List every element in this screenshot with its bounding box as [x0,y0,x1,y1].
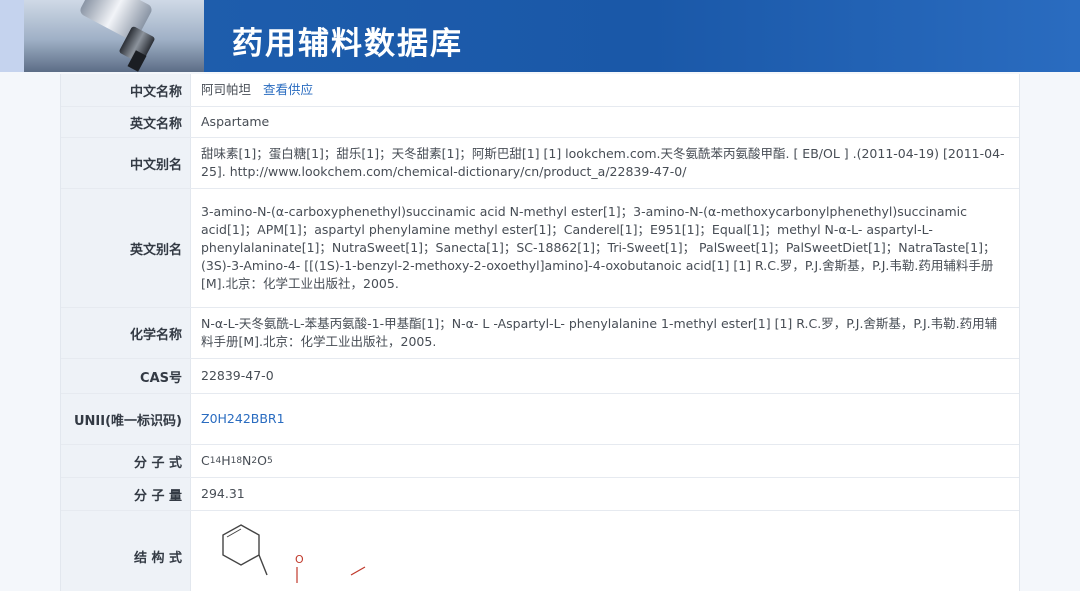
formula-h-count: 18 [230,456,243,466]
formula-o: O [257,453,267,468]
value-formula: C 14 H 18 N 2 O 5 [191,445,1019,477]
label-chemical-name: 化学名称 [61,308,191,358]
ring-double-bond [226,528,242,538]
row-unii: UNII(唯一标识码) Z0H242BBR1 [61,394,1019,445]
page-title: 药用辅料数据库 [232,26,463,62]
molecular-weight-text: 294.31 [201,486,245,501]
english-alias-text: 3-amino-N-(α-carboxyphenethyl)succinamic… [201,204,996,291]
label-molecular-weight: 分 子 量 [61,478,191,510]
formula-o-count: 5 [266,456,273,466]
value-chinese-alias: 甜味素[1]；蛋白糖[1]；甜乐[1]；天冬甜素[1]；阿斯巴甜[1] [1] … [191,138,1019,188]
unii-link[interactable]: Z0H242BBR1 [201,410,285,428]
chemical-name-text: N-α-L-天冬氨酰-L-苯基丙氨酸-1-甲基酯[1]；N-α- L -Aspa… [201,316,998,349]
oxygen-label: O [295,553,304,566]
row-cas: CAS号 22839-47-0 [61,359,1019,394]
formula-n: N [242,453,252,468]
ch2-bond [258,554,268,576]
label-chinese-alias: 中文别名 [61,138,191,188]
row-structure: 结 构 式 O [61,511,1019,591]
value-english-name: Aspartame [191,107,1019,137]
row-formula: 分 子 式 C 14 H 18 N 2 O 5 [61,445,1019,478]
formula-c-count: 14 [209,456,222,466]
cas-number: 22839-47-0 [201,368,274,383]
value-unii: Z0H242BBR1 [191,394,1019,444]
chinese-name-text: 阿司帕坦 [201,82,252,97]
benzene-ring [222,524,260,566]
english-name-text: Aspartame [201,114,270,129]
structure-image: O [222,524,366,583]
value-molecular-weight: 294.31 [191,478,1019,510]
label-english-alias: 英文别名 [61,189,191,307]
view-supply-link[interactable]: 查看供应 [263,81,313,99]
label-structure: 结 构 式 [61,511,191,591]
row-molecular-weight: 分 子 量 294.31 [61,478,1019,511]
value-chinese-name: 阿司帕坦 查看供应 [191,74,1019,106]
row-chinese-name: 中文名称 阿司帕坦 查看供应 [61,74,1019,107]
label-unii: UNII(唯一标识码) [61,394,191,444]
value-chemical-name: N-α-L-天冬氨酰-L-苯基丙氨酸-1-甲基酯[1]；N-α- L -Aspa… [191,308,1019,358]
label-chinese-name: 中文名称 [61,74,191,106]
value-english-alias: 3-amino-N-(α-carboxyphenethyl)succinamic… [191,189,1019,307]
row-english-name: 英文名称 Aspartame [61,107,1019,138]
banner-left-strip [0,0,24,72]
label-cas: CAS号 [61,359,191,393]
banner-photo [24,0,204,72]
label-english-name: 英文名称 [61,107,191,137]
excipient-info-table: 中文名称 阿司帕坦 查看供应 英文名称 Aspartame 中文别名 甜味素[1… [60,74,1020,591]
ester-bond [350,566,366,576]
value-structure: O [191,511,1019,591]
row-chinese-alias: 中文别名 甜味素[1]；蛋白糖[1]；甜乐[1]；天冬甜素[1]；阿斯巴甜[1]… [61,138,1019,189]
label-formula: 分 子 式 [61,445,191,477]
formula-c: C [201,453,210,468]
row-chemical-name: 化学名称 N-α-L-天冬氨酰-L-苯基丙氨酸-1-甲基酯[1]；N-α- L … [61,308,1019,359]
value-cas: 22839-47-0 [191,359,1019,393]
formula-h: H [221,453,231,468]
row-english-alias: 英文别名 3-amino-N-(α-carboxyphenethyl)succi… [61,189,1019,308]
chinese-alias-text: 甜味素[1]；蛋白糖[1]；甜乐[1]；天冬甜素[1]；阿斯巴甜[1] [1] … [201,146,1005,179]
